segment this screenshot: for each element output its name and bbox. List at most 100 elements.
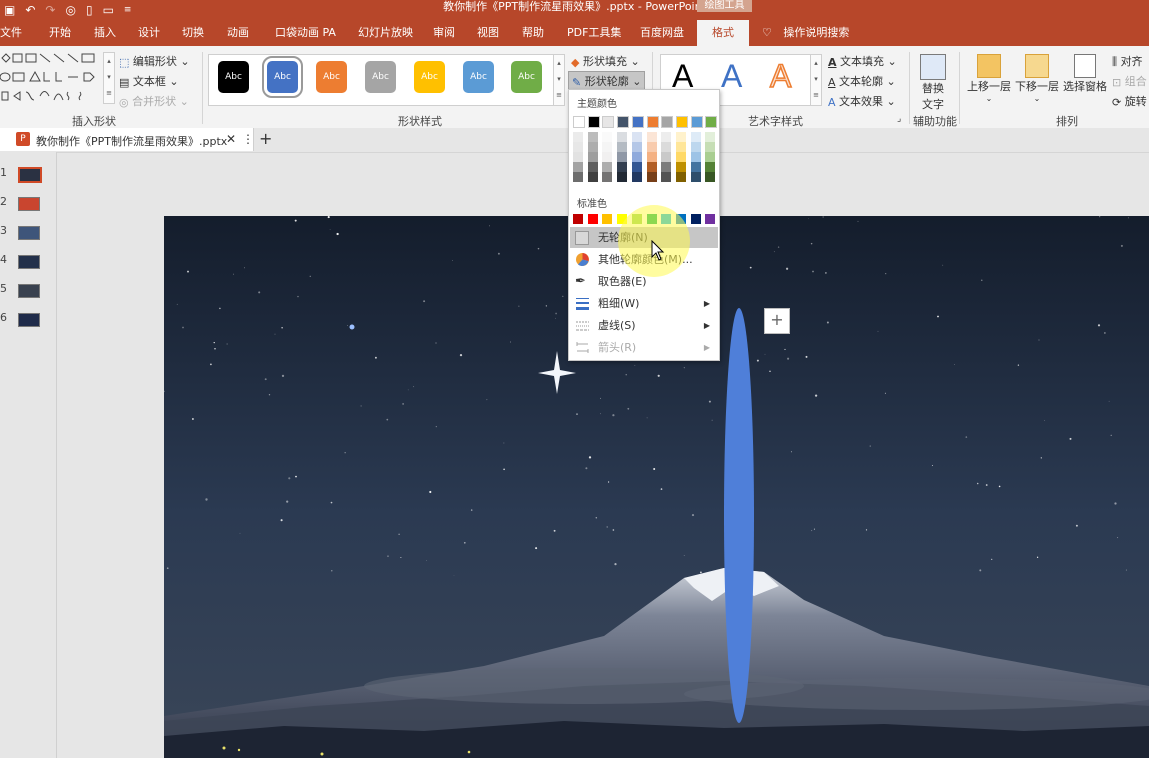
tab-home[interactable]: 开始 [49,20,71,46]
tab-help[interactable]: 帮助 [522,20,544,46]
edit-shape-button[interactable]: ⬚ 编辑形状 ⌄ [119,53,190,69]
shape-style-gray[interactable]: Abc [365,61,396,93]
new-tab-button[interactable]: + [259,129,272,148]
theme-color-shade-swatch[interactable] [602,142,613,152]
layout-options-button[interactable]: + [764,308,790,334]
group-button[interactable]: ⊡ 组合 [1112,73,1147,89]
theme-color-shade-swatch[interactable] [602,152,613,162]
theme-color-shade-swatch[interactable] [705,142,716,152]
theme-color-shade-swatch[interactable] [631,152,642,162]
theme-color-shade-swatch[interactable] [631,132,642,142]
theme-color-shade-swatch[interactable] [587,132,598,142]
shape-fill-button[interactable]: ◆ 形状填充 ⌄ [571,53,640,69]
tab-transitions[interactable]: 切换 [182,20,204,46]
selection-pane-button[interactable]: 选择窗格 [1062,52,1108,102]
theme-color-shade-swatch[interactable] [587,172,598,182]
theme-color-shade-swatch[interactable] [690,142,701,152]
tell-me-search[interactable]: ♡ 操作说明搜索 [762,20,849,46]
shape-outline-button[interactable]: ✎ 形状轮廓 ⌄ [568,71,646,91]
theme-color-shade-swatch[interactable] [602,162,613,172]
theme-color-shade-swatch[interactable] [602,132,613,142]
theme-color-shade-swatch[interactable] [705,162,716,172]
tab-format[interactable]: 格式 [697,20,749,46]
standard-color-swatch[interactable] [705,214,716,224]
tab-more-icon[interactable]: ⋮ [242,132,254,146]
theme-color-swatch[interactable] [631,116,644,128]
standard-color-swatch[interactable] [631,214,642,224]
theme-color-swatch[interactable] [675,116,688,128]
theme-color-shade-swatch[interactable] [573,152,583,162]
close-tab-icon[interactable]: ✕ [226,132,236,146]
dashes-item[interactable]: 虚线(S) ▶ [570,315,718,336]
theme-color-shade-swatch[interactable] [617,162,628,172]
text-effects-button[interactable]: A 文本效果 ⌄ [828,93,896,109]
theme-color-shade-swatch[interactable] [646,162,657,172]
standard-color-swatch[interactable] [690,214,701,224]
tab-view[interactable]: 视图 [477,20,499,46]
bring-forward-button[interactable]: 上移一层 ⌄ [966,52,1012,108]
theme-color-shade-swatch[interactable] [646,152,657,162]
shape-style-green[interactable]: Abc [511,61,542,93]
theme-color-shade-swatch[interactable] [617,172,628,182]
text-outline-button[interactable]: A 文本轮廓 ⌄ [828,73,896,89]
theme-color-swatch[interactable] [646,116,659,128]
theme-color-shade-swatch[interactable] [661,152,672,162]
shape-style-gold[interactable]: Abc [414,61,445,93]
tab-baidu-netdisk[interactable]: 百度网盘 [640,20,684,46]
merge-shapes-button[interactable]: ◎ 合并形状 ⌄ [119,93,189,109]
tab-insert[interactable]: 插入 [94,20,116,46]
shape-styles-scroll[interactable]: ▴ ▾ ≡ [553,54,565,106]
theme-color-shade-swatch[interactable] [705,152,716,162]
wordart-style-orange[interactable]: A [769,57,792,95]
no-outline-item[interactable]: 无轮廓(N) [570,227,718,248]
theme-color-shade-swatch[interactable] [675,152,686,162]
theme-color-shade-swatch[interactable] [675,172,686,182]
standard-color-swatch[interactable] [661,214,672,224]
tab-pocket-animation[interactable]: 口袋动画 PA [275,20,336,46]
theme-color-shade-swatch[interactable] [646,172,657,182]
standard-color-swatch[interactable] [675,214,686,224]
shape-style-orange[interactable]: Abc [316,61,347,93]
theme-color-shade-swatch[interactable] [573,172,583,182]
theme-color-swatch[interactable] [602,116,615,128]
theme-color-shade-swatch[interactable] [661,162,672,172]
theme-color-swatch[interactable] [661,116,674,128]
theme-color-swatch[interactable] [587,116,600,128]
document-tab[interactable]: P 教你制作《PPT制作流星雨效果》.pptx ✕ ⋮ [0,128,254,151]
theme-color-shade-swatch[interactable] [602,172,613,182]
shapes-gallery[interactable]: ▴ ▾ ≡ [0,52,115,106]
tab-design[interactable]: 设计 [138,20,160,46]
theme-color-shade-swatch[interactable] [631,162,642,172]
alt-text-button[interactable]: 替换 文字 [913,52,953,111]
theme-color-shade-swatch[interactable] [705,172,716,182]
theme-color-shade-swatch[interactable] [690,162,701,172]
theme-color-shade-swatch[interactable] [705,132,716,142]
wordart-scroll[interactable]: ▴ ▾ ≡ [810,54,822,106]
shape-style-blue-selected[interactable]: Abc [262,56,303,98]
send-backward-button[interactable]: 下移一层 ⌄ [1014,52,1060,108]
theme-color-shade-swatch[interactable] [675,142,686,152]
theme-color-swatch[interactable] [705,116,718,128]
theme-color-shade-swatch[interactable] [675,132,686,142]
theme-color-swatch[interactable] [690,116,703,128]
theme-color-shade-swatch[interactable] [690,152,701,162]
theme-color-shade-swatch[interactable] [661,132,672,142]
tab-file[interactable]: 文件 [0,20,22,46]
shapes-gallery-scroll[interactable]: ▴ ▾ ≡ [103,52,115,104]
shape-style-light-blue[interactable]: Abc [463,61,494,93]
theme-color-shade-swatch[interactable] [690,132,701,142]
tab-slideshow[interactable]: 幻灯片放映 [358,20,413,46]
theme-color-shade-swatch[interactable] [661,142,672,152]
theme-color-shade-swatch[interactable] [675,162,686,172]
theme-color-shade-swatch[interactable] [631,142,642,152]
align-button[interactable]: ⫼ 对齐 [1112,53,1143,69]
shape-style-black[interactable]: Abc [218,61,249,93]
weight-item[interactable]: 粗细(W) ▶ [570,293,718,314]
eyedropper-item[interactable]: ✒ 取色器(E) [570,271,718,292]
selected-ellipse-shape[interactable] [724,308,754,723]
text-box-button[interactable]: ▤ 文本框 ⌄ [119,73,179,89]
theme-color-shade-swatch[interactable] [631,172,642,182]
theme-color-shade-swatch[interactable] [587,152,598,162]
theme-color-shade-swatch[interactable] [617,132,628,142]
theme-color-swatch[interactable] [617,116,630,128]
